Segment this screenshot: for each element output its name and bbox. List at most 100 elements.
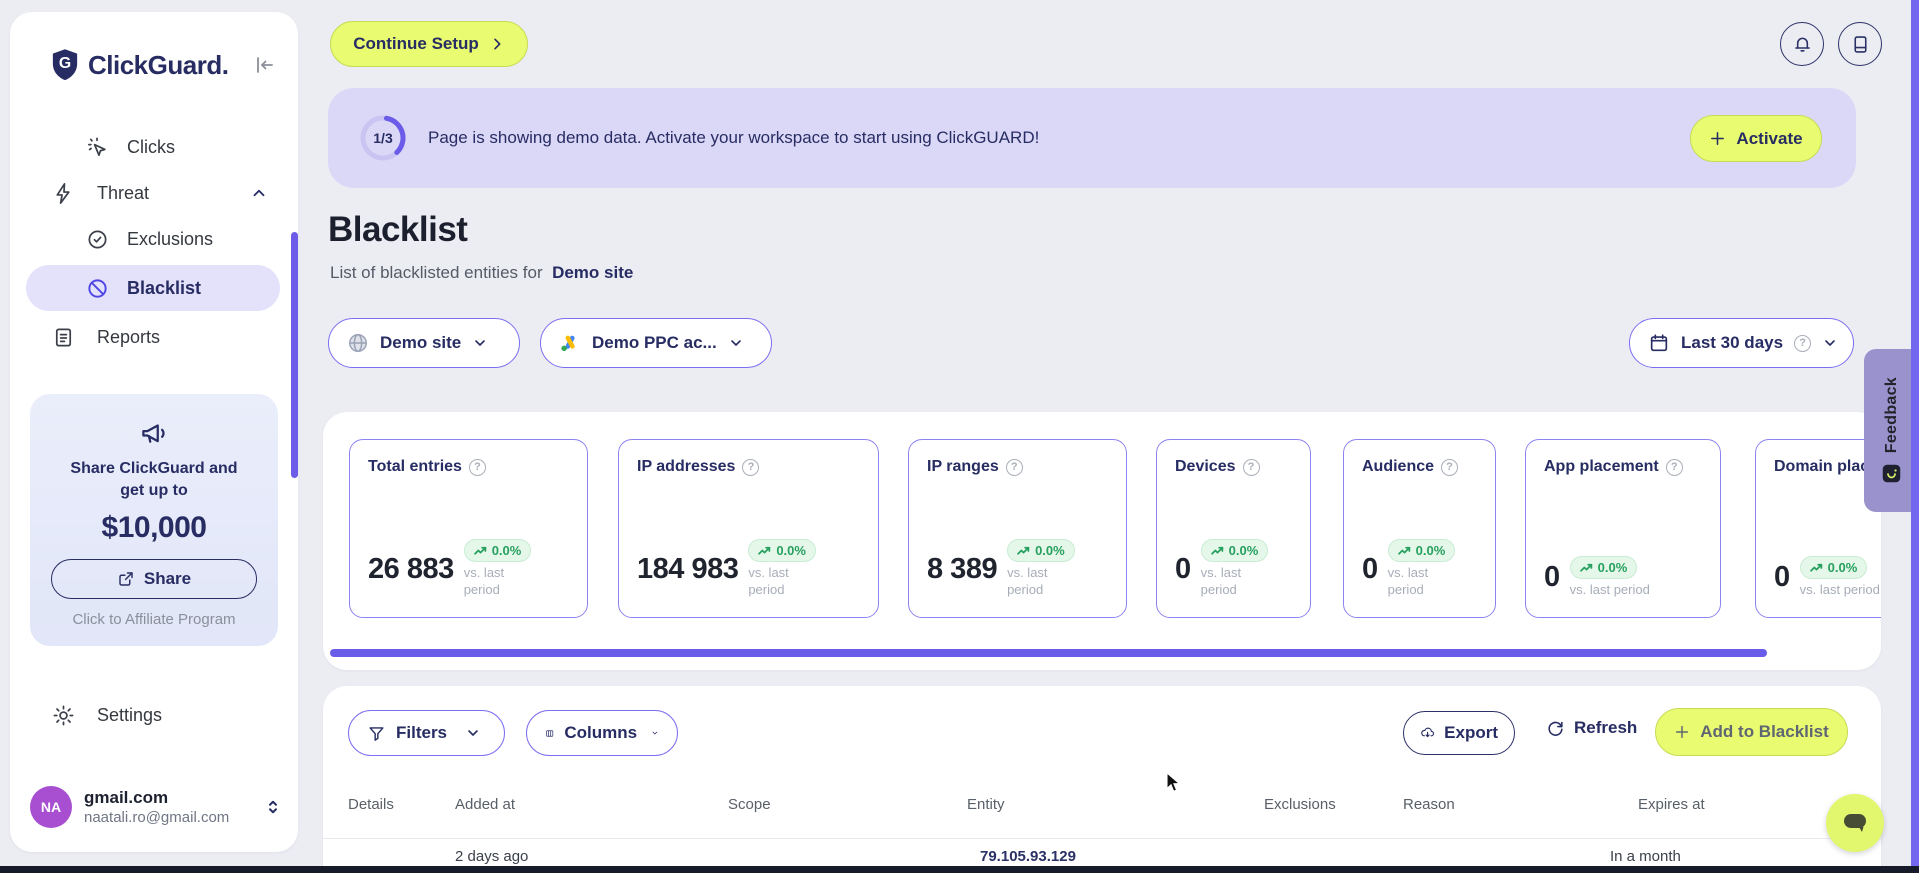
page-subtitle-text: List of blacklisted entities for [330, 263, 543, 282]
help-icon[interactable]: ? [742, 458, 760, 476]
cell-expires-at: In a month [1610, 848, 1681, 865]
trend-value: 0.0% [1228, 543, 1259, 559]
sidebar-scrollbar[interactable] [291, 232, 298, 478]
chevron-down-icon [1825, 340, 1835, 346]
sidebar-item-blacklist[interactable]: Blacklist [26, 265, 280, 311]
chevron-up-icon [253, 189, 265, 197]
sidebar-item-label: Settings [97, 704, 163, 725]
sidebar-item-clicks[interactable]: Clicks [10, 124, 298, 170]
promo-text: Share ClickGuard and get up to [70, 460, 238, 499]
table-header-row: Details Added at Scope Entity Exclusions… [323, 796, 1881, 826]
promo-amount: $10,000 [101, 511, 207, 545]
clickguard-shield-icon: G [52, 49, 78, 81]
stat-card-ip-ranges: IP ranges ? 8 389 0.0% vs. last period [908, 439, 1127, 618]
sidebar-item-settings[interactable]: Settings [10, 692, 298, 738]
table-toolbar: Filters Columns Export Refresh Add to Bl… [348, 708, 1856, 758]
filter-funnel-icon [369, 726, 384, 741]
trend-up-icon [473, 546, 486, 555]
google-ads-icon [561, 335, 575, 352]
sidebar-item-threat[interactable]: Threat [10, 170, 298, 216]
account-switcher[interactable]: NA gmail.com naatali.ro@gmail.com [30, 786, 282, 828]
sidebar-item-label: Threat [97, 182, 150, 203]
page-scrollbar[interactable] [1911, 0, 1919, 873]
help-icon[interactable]: ? [1665, 458, 1683, 476]
stat-value: 184 983 [637, 552, 739, 585]
continue-setup-button[interactable]: Continue Setup [330, 21, 528, 67]
sidebar-item-label: Clicks [127, 136, 175, 157]
help-icon[interactable]: ? [468, 458, 486, 476]
chevron-down-icon [475, 340, 486, 346]
sidebar-item-label: Blacklist [127, 277, 202, 298]
add-to-blacklist-button[interactable]: Add to Blacklist [1655, 708, 1848, 756]
date-range-selector[interactable]: Last 30 days ? [1629, 318, 1854, 368]
refresh-button[interactable]: Refresh [1546, 718, 1637, 738]
stat-caption: vs. last period [1200, 565, 1242, 598]
table-row[interactable]: 2 days ago 79.105.93.129 In a month [323, 846, 1881, 866]
export-label: Export [1444, 723, 1498, 742]
export-button[interactable]: Export [1403, 711, 1515, 755]
stat-label: IP addresses [637, 458, 736, 475]
sidebar-item-label: Reports [97, 326, 161, 347]
stats-horizontal-scrollbar[interactable] [330, 649, 1767, 657]
stat-card-ip-addresses: IP addresses ? 184 983 0.0% vs. last per… [618, 439, 879, 618]
external-link-icon [119, 572, 133, 586]
sidebar-nav: Clicks Threat Exclusions Blacklist Repor… [10, 124, 298, 360]
refresh-icon [1548, 721, 1563, 736]
stat-caption: vs. last period [748, 565, 789, 598]
activate-label: Activate [1736, 128, 1803, 148]
account-email: naatali.ro@gmail.com [84, 809, 230, 826]
page-title: Blacklist [328, 210, 468, 249]
badge-check-icon [88, 229, 107, 249]
blacklist-table-panel: Filters Columns Export Refresh Add to Bl… [323, 686, 1881, 866]
cell-entity: 79.105.93.129 [980, 848, 1076, 865]
filters-button[interactable]: Filters [348, 710, 505, 756]
site-selector-value: Demo site [380, 333, 462, 352]
trend-value: 0.0% [776, 543, 806, 559]
stat-caption: vs. last period [463, 565, 505, 598]
stat-label: Devices [1175, 458, 1236, 475]
columns-button[interactable]: Columns [526, 710, 678, 756]
notifications-button[interactable] [1780, 22, 1824, 66]
stat-card-devices: Devices ? 0 0.0% vs. last period [1156, 439, 1311, 618]
clickguard-app: G ClickGuard. Clicks Threat Exclusions B… [0, 0, 1919, 873]
docs-button[interactable] [1838, 22, 1882, 66]
bottom-edge-bar [0, 866, 1919, 873]
sidebar-item-exclusions[interactable]: Exclusions [10, 216, 298, 262]
stat-label: IP ranges [927, 458, 999, 475]
stat-value: 0 [1175, 552, 1191, 585]
calendar-icon [1650, 334, 1668, 352]
help-icon[interactable]: ? [1794, 334, 1812, 352]
site-selector[interactable]: Demo site [328, 318, 520, 368]
cloud-download-icon [1421, 727, 1435, 738]
activate-button[interactable]: Activate [1690, 115, 1822, 162]
help-icon[interactable]: ? [1005, 458, 1023, 476]
columns-icon [546, 729, 554, 737]
help-icon[interactable]: ? [1242, 458, 1260, 476]
column-header-added-at: Added at [455, 796, 516, 813]
column-header-entity: Entity [967, 796, 1005, 813]
ban-icon [88, 278, 107, 298]
demo-data-banner: 1/3 Page is showing demo data. Activate … [328, 88, 1856, 188]
account-name: gmail.com [84, 788, 169, 807]
chat-launcher-button[interactable] [1826, 794, 1884, 852]
table-header-divider [323, 838, 1881, 839]
column-header-exclusions: Exclusions [1264, 796, 1336, 813]
share-button[interactable]: Share [51, 559, 257, 600]
bell-icon [1794, 37, 1810, 52]
stat-caption: vs. last period [1007, 565, 1048, 598]
trend-up-icon [1017, 546, 1030, 555]
ppc-account-value: Demo PPC ac... [592, 333, 717, 352]
chevron-right-icon [493, 38, 501, 50]
feedback-smiley-icon [1882, 464, 1901, 483]
trend-badge: 0.0% [1007, 539, 1075, 563]
stat-label: Total entries [368, 458, 462, 475]
chevrons-up-down-icon[interactable] [264, 797, 282, 817]
stat-value: 8 389 [927, 552, 998, 585]
ppc-account-selector[interactable]: Demo PPC ac... [540, 318, 772, 368]
trend-value: 0.0% [1827, 560, 1858, 576]
help-icon[interactable]: ? [1441, 458, 1459, 476]
svg-text:G: G [59, 55, 71, 72]
collapse-sidebar-icon[interactable] [252, 53, 276, 77]
sidebar-item-reports[interactable]: Reports [10, 314, 298, 360]
cell-added-at: 2 days ago [455, 848, 529, 865]
